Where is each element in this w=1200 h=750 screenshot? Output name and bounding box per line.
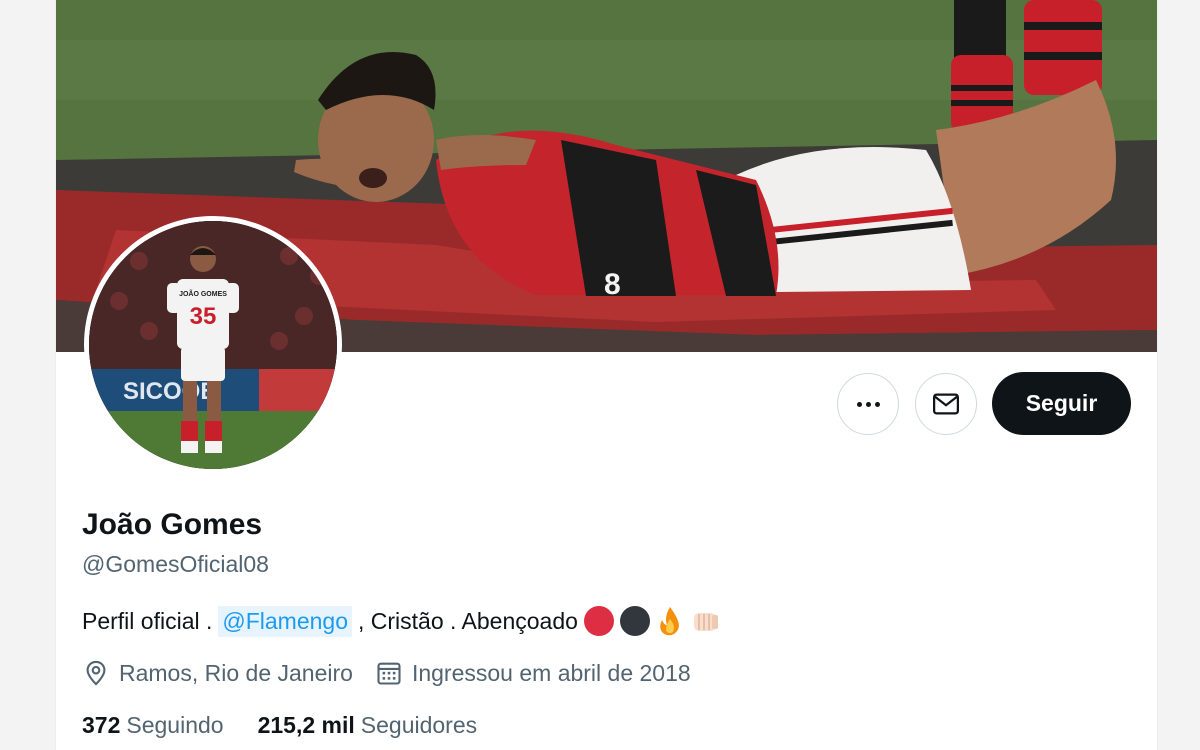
location-pin-icon: [86, 660, 106, 686]
more-options-button[interactable]: [837, 373, 899, 435]
calendar-icon: [377, 662, 401, 685]
joined-text: Ingressou em abril de 2018: [411, 659, 691, 686]
avatar-jersey-name: JOÃO GOMES: [179, 289, 227, 298]
profile-handle: @GomesOficial08: [82, 551, 269, 577]
profile-avatar[interactable]: SICOOB JOÃO GOMES 35: [84, 216, 342, 474]
location-text: Ramos, Rio de Janeiro: [119, 659, 353, 686]
followers-label: Seguidores: [360, 712, 478, 738]
follow-button[interactable]: Seguir: [992, 372, 1131, 435]
banner-jersey-number: 8: [604, 268, 621, 301]
bio-suffix: , Cristão . Abençoado: [358, 607, 578, 634]
following-count: 372: [82, 712, 121, 738]
profile-joined: Ingressou em abril de 2018: [375, 659, 691, 687]
more-icon: [856, 401, 880, 407]
profile-page: 8 SICOOB JOÃO GOMES 35 Seguir João Gomes…: [55, 0, 1158, 750]
profile-stats: 372 Seguindo 215,2 mil Seguidores: [82, 712, 511, 739]
followers-count: 215,2 mil: [257, 712, 355, 738]
message-button[interactable]: [915, 373, 977, 435]
profile-name: João Gomes: [82, 508, 263, 541]
fire-emoji: [660, 607, 679, 636]
followers-link[interactable]: 215,2 mil Seguidores: [258, 712, 478, 739]
black-circle-emoji: [619, 606, 650, 636]
red-circle-emoji: [583, 606, 614, 636]
envelope-icon: [933, 393, 959, 415]
avatar-board-text: SICOOB: [123, 378, 218, 405]
bio-prefix: Perfil oficial .: [82, 607, 213, 634]
following-label: Seguindo: [126, 712, 224, 738]
following-link[interactable]: 372 Seguindo: [82, 712, 224, 739]
avatar-jersey-number: 35: [190, 303, 217, 330]
bio-mention-link[interactable]: @Flamengo: [218, 605, 352, 637]
profile-meta: Ramos, Rio de Janeiro Ingressou em abril…: [82, 659, 713, 687]
fist-bump-emoji: [693, 613, 718, 631]
profile-bio: Perfil oficial . @Flamengo , Cristão . A…: [82, 605, 722, 637]
profile-location: Ramos, Rio de Janeiro: [82, 659, 353, 687]
